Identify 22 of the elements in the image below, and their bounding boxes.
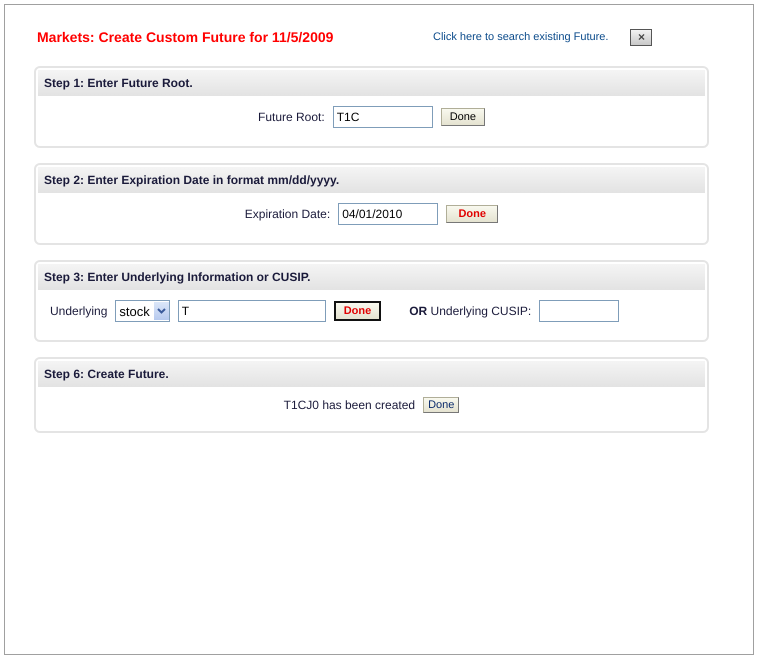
input-field[interactable]	[539, 300, 620, 322]
field-label: OR Underlying CUSIP:	[409, 304, 532, 318]
field-label: T1CJ0 has been created	[284, 398, 416, 412]
step-heading: Step 2: Enter Expiration Date in format mm/dd/yyyy.	[38, 167, 705, 193]
close-button[interactable]: ×	[630, 28, 652, 46]
step-heading: Step 6: Create Future.	[38, 361, 705, 387]
done-button[interactable]: Done	[334, 301, 382, 321]
input-field[interactable]: 04/01/2010	[338, 203, 438, 225]
done-button[interactable]: Done	[423, 397, 460, 413]
input-field[interactable]: T	[178, 300, 326, 322]
field-label: Future Root:	[258, 110, 325, 124]
done-button[interactable]: Done	[446, 205, 498, 223]
search-link[interactable]: Click here to search existing Future.	[433, 31, 608, 43]
done-button[interactable]: Done	[440, 108, 485, 126]
chevron-down-icon	[156, 308, 166, 314]
page-title: Markets: Create Custom Future for 11/5/2009	[37, 29, 334, 45]
step-heading: Step 1: Enter Future Root.	[38, 70, 705, 96]
step-heading: Step 3: Enter Underlying Information or CUSIP.	[38, 264, 705, 290]
field-label: Expiration Date:	[244, 207, 330, 221]
type-dropdown[interactable]: stock	[115, 300, 170, 322]
field-label: Underlying	[50, 304, 108, 318]
input-field[interactable]: T1C	[332, 106, 433, 128]
